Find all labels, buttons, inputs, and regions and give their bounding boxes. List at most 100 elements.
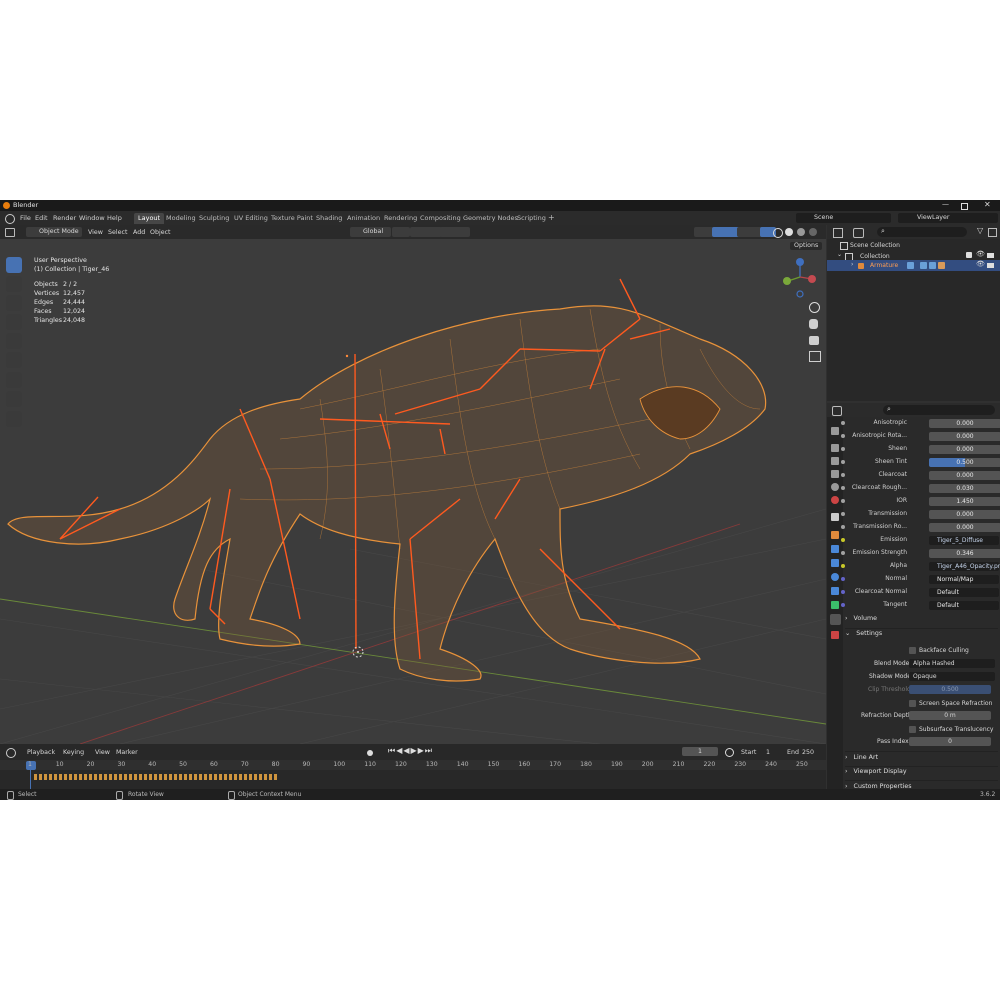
properties-search-field[interactable] xyxy=(883,405,995,415)
texture-tab-icon[interactable] xyxy=(831,631,839,639)
data-tab-icon[interactable] xyxy=(831,601,839,609)
outliner-editor-icon[interactable] xyxy=(833,228,843,238)
new-collection-icon[interactable] xyxy=(988,228,997,237)
measure-tool-icon[interactable] xyxy=(6,391,22,407)
start-frame-field[interactable]: 1 xyxy=(766,749,770,756)
shading-solid-icon[interactable] xyxy=(785,228,793,236)
minimize-icon[interactable]: — xyxy=(942,201,949,208)
rotate-tool-icon[interactable] xyxy=(6,314,22,330)
collection-expand-icon[interactable]: ⌄ xyxy=(837,252,842,258)
shadow-mode-dropdown[interactable]: Opaque xyxy=(909,672,995,681)
timeline-menu-keying[interactable]: Keying xyxy=(63,749,84,756)
scene-tab-icon[interactable] xyxy=(831,483,839,491)
pan-hand-icon[interactable] xyxy=(809,319,818,329)
property-value-field[interactable]: 0.000 xyxy=(929,523,1000,532)
menu-window[interactable]: Window xyxy=(79,215,105,222)
viewport-menu-view[interactable]: View xyxy=(88,229,103,236)
editor-type-icon[interactable] xyxy=(5,228,15,237)
transform-tool-icon[interactable] xyxy=(6,352,22,368)
property-value-field[interactable]: 0.000 xyxy=(929,445,1000,454)
timeline-menu-marker[interactable]: Marker xyxy=(116,749,138,756)
physics-tab-icon[interactable] xyxy=(831,573,839,581)
snap-icon[interactable] xyxy=(410,227,442,237)
cursor-tool-icon[interactable] xyxy=(6,276,22,292)
proportional-edit-icon[interactable] xyxy=(440,227,470,237)
armature-visibility-icon[interactable]: 👁 xyxy=(976,261,985,268)
outliner-row-armature[interactable]: › Armature 👁 xyxy=(827,260,1000,271)
outliner-scene-collection[interactable]: Scene Collection xyxy=(850,243,900,249)
tab-uv-editing[interactable]: UV Editing xyxy=(230,213,272,224)
stopwatch-icon[interactable] xyxy=(725,748,734,757)
collection-visibility-icon[interactable]: 👁 xyxy=(976,251,985,258)
property-value-field[interactable]: 0.346 xyxy=(929,549,1000,558)
property-value-field[interactable]: Tiger_A46_Opacity.png xyxy=(929,562,1000,571)
maximize-icon[interactable] xyxy=(961,203,968,210)
constraints-tab-icon[interactable] xyxy=(831,587,839,595)
shading-wireframe-icon[interactable] xyxy=(773,228,783,238)
property-value-field[interactable]: Normal/Map xyxy=(929,575,999,584)
menu-help[interactable]: Help xyxy=(107,215,122,222)
shading-material-icon[interactable] xyxy=(797,228,805,236)
properties-editor-icon[interactable] xyxy=(832,406,842,416)
select-tool-icon[interactable] xyxy=(6,257,22,273)
viewport-menu-object[interactable]: Object xyxy=(150,229,171,236)
3d-viewport[interactable]: User Perspective (1) Collection | Tiger_… xyxy=(0,239,826,744)
clip-threshold-field[interactable]: 0.500 xyxy=(909,685,991,694)
render-tab-icon[interactable] xyxy=(831,444,839,452)
material-tab-icon[interactable] xyxy=(830,614,841,625)
tool-tab-icon[interactable] xyxy=(831,427,839,435)
property-value-field[interactable]: Tiger_5_Diffuse xyxy=(929,536,999,545)
scene-selector[interactable] xyxy=(796,213,891,223)
subsurface-checkbox[interactable] xyxy=(909,726,916,733)
collection-render-icon[interactable] xyxy=(987,253,994,258)
tab-animation[interactable]: Animation xyxy=(343,213,384,224)
custom-properties-section[interactable]: › Custom Properties xyxy=(845,783,997,795)
menu-render[interactable]: Render xyxy=(53,215,76,222)
property-value-field[interactable]: 0.030 xyxy=(929,484,1000,493)
armature-expand-icon[interactable]: › xyxy=(851,262,853,268)
property-value-field[interactable]: 0.000 xyxy=(929,471,1000,480)
menu-file[interactable]: File xyxy=(20,215,31,222)
ssr-checkbox[interactable] xyxy=(909,700,916,707)
tab-layout[interactable]: Layout xyxy=(134,213,165,224)
zoom-icon[interactable] xyxy=(809,302,820,313)
pass-index-field[interactable]: 0 xyxy=(909,737,991,746)
armature-render-icon[interactable] xyxy=(987,263,994,268)
gizmo-toggle-icon[interactable] xyxy=(712,227,740,237)
current-frame-field[interactable]: 1 xyxy=(682,747,718,756)
blend-mode-dropdown[interactable]: Alpha Hashed xyxy=(909,659,995,668)
tab-sculpting[interactable]: Sculpting xyxy=(195,213,233,224)
playback-controls[interactable]: ⏮◀◀▶▶⏭ xyxy=(388,747,433,755)
output-tab-icon[interactable] xyxy=(831,457,839,465)
filter-icon[interactable]: ▽ xyxy=(977,227,983,235)
property-value-field[interactable]: 0.000 xyxy=(929,432,1000,441)
menu-edit[interactable]: Edit xyxy=(35,215,48,222)
perspective-toggle-icon[interactable] xyxy=(809,351,821,362)
tab-compositing[interactable]: Compositing xyxy=(416,213,465,224)
tab-texture-paint[interactable]: Texture Paint xyxy=(267,213,317,224)
property-value-field[interactable]: 0.000 xyxy=(929,510,1000,519)
mode-selector[interactable]: Object Mode xyxy=(26,227,82,237)
annotate-tool-icon[interactable] xyxy=(6,372,22,388)
timeline-menu-view[interactable]: View xyxy=(95,749,110,756)
tab-scripting[interactable]: Scripting xyxy=(513,213,550,224)
property-value-field[interactable]: 0.000 xyxy=(929,419,1000,428)
property-value-field[interactable]: 1.450 xyxy=(929,497,1000,506)
world-tab-icon[interactable] xyxy=(831,496,839,504)
outliner-search-field[interactable] xyxy=(877,227,967,237)
end-frame-field[interactable]: 250 xyxy=(802,749,814,756)
scale-tool-icon[interactable] xyxy=(6,333,22,349)
keyframe-strip[interactable] xyxy=(34,774,278,780)
collection-checkbox[interactable] xyxy=(966,252,972,258)
tab-shading[interactable]: Shading xyxy=(312,213,346,224)
visibility-icon[interactable] xyxy=(694,227,714,237)
backface-culling-checkbox[interactable] xyxy=(909,647,916,654)
viewport-menu-select[interactable]: Select xyxy=(108,229,127,236)
view-layer-tab-icon[interactable] xyxy=(831,470,839,478)
object-tab-icon[interactable] xyxy=(831,531,839,539)
property-value-field[interactable]: Default xyxy=(929,588,999,597)
collection-tab-icon[interactable] xyxy=(831,513,839,521)
blender-menu-icon[interactable] xyxy=(5,214,15,224)
line-art-section[interactable]: › Line Art xyxy=(845,754,997,766)
navigation-gizmo[interactable] xyxy=(780,255,820,305)
